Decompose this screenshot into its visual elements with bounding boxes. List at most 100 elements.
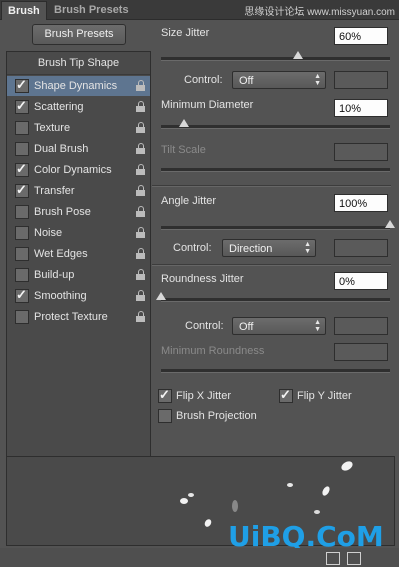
slider-thumb[interactable] [385,220,395,228]
tilt-scale-label: Tilt Scale [161,144,206,156]
slider-thumb[interactable] [178,119,189,127]
brush-projection-checkbox[interactable] [158,409,172,423]
select-value: Off [239,321,254,333]
transfer-checkbox[interactable]: ✓ [15,182,29,198]
roundness-control-field [334,317,388,335]
roundness-jitter-label: Roundness Jitter [161,273,244,285]
lock-icon[interactable] [136,122,146,133]
color-dynamics-checkbox[interactable]: ✓ [15,161,29,177]
lock-icon[interactable] [136,311,146,322]
build-up-checkbox[interactable] [15,268,29,282]
grid-icon[interactable] [326,552,340,565]
shape-dynamics-checkbox[interactable]: ✓ [15,77,29,93]
smoothing-checkbox[interactable]: ✓ [15,287,29,303]
option-label: Dual Brush [34,143,89,155]
tilt-scale-field [334,143,388,161]
brush-tip-shape-item[interactable]: Brush Tip Shape [7,52,150,75]
lock-icon[interactable] [136,269,146,280]
option-texture[interactable]: Texture [7,118,150,138]
size-jitter-slider[interactable] [161,51,390,61]
texture-checkbox[interactable] [15,121,29,135]
option-smoothing[interactable]: ✓ Smoothing [7,286,150,306]
option-label: Smoothing [34,290,87,302]
protect-texture-checkbox[interactable] [15,310,29,324]
lock-icon[interactable] [136,248,146,259]
dual-brush-checkbox[interactable] [15,142,29,156]
option-label: Shape Dynamics [34,80,118,92]
scattering-checkbox[interactable]: ✓ [15,98,29,114]
minimum-roundness-field [334,343,388,361]
slider-thumb[interactable] [156,292,166,300]
angle-control-select[interactable]: Direction ▲ ▼ [222,239,316,257]
roundness-control-select[interactable]: Off ▲ ▼ [232,317,326,335]
checkmark-icon: ✓ [16,161,27,176]
option-wet-edges[interactable]: Wet Edges [7,244,150,264]
checkmark-icon: ✓ [16,182,27,197]
option-label: Protect Texture [34,311,108,323]
checkmark-icon: ✓ [16,98,27,113]
size-jitter-label: Size Jitter [161,27,210,39]
option-label: Brush Pose [34,206,91,218]
angle-jitter-field[interactable]: 100% [334,194,388,212]
size-control-select[interactable]: Off ▲ ▼ [232,71,326,89]
size-jitter-field[interactable]: 60% [334,27,388,45]
flip-y-label: Flip Y Jitter [297,390,352,402]
option-brush-pose[interactable]: Brush Pose [7,202,150,222]
checkmark-icon: ✓ [16,287,27,302]
section-divider [152,264,391,266]
minimum-roundness-label: Minimum Roundness [161,345,265,357]
lock-icon[interactable] [136,290,146,301]
new-preset-icon[interactable] [347,552,361,565]
size-control-field [334,71,388,89]
bottom-toolbar [0,548,399,567]
noise-checkbox[interactable] [15,226,29,240]
flip-y-checkbox[interactable]: ✓ [279,387,293,403]
roundness-jitter-slider[interactable] [156,292,390,302]
lock-icon[interactable] [136,185,146,196]
option-label: Color Dynamics [34,164,112,176]
lock-icon[interactable] [136,227,146,238]
minimum-diameter-slider[interactable] [161,119,390,129]
control-label: Control: [185,320,224,332]
brush-presets-button[interactable]: Brush Presets [32,24,126,45]
tab-brush[interactable]: Brush [1,1,47,20]
watermark-text: 思缘设计论坛 www.missyuan.com [244,7,395,18]
checkmark-icon: ✓ [16,77,27,92]
updown-arrows-icon: ▲ ▼ [314,319,321,333]
lock-icon[interactable] [136,206,146,217]
option-shape-dynamics[interactable]: ✓ Shape Dynamics [7,76,150,96]
brush-projection-label: Brush Projection [176,410,257,422]
option-scattering[interactable]: ✓ Scattering [7,97,150,117]
angle-jitter-slider[interactable] [161,220,395,230]
flip-x-checkbox[interactable]: ✓ [158,387,172,403]
option-label: Transfer [34,185,75,197]
lock-icon[interactable] [136,101,146,112]
section-divider [152,185,391,187]
select-value: Direction [229,243,273,255]
updown-arrows-icon: ▲ ▼ [314,73,321,87]
roundness-jitter-field[interactable]: 0% [334,272,388,290]
slider-thumb[interactable] [293,51,304,59]
lock-icon[interactable] [136,164,146,175]
option-protect-texture[interactable]: Protect Texture [7,307,150,327]
wet-edges-checkbox[interactable] [15,247,29,261]
lock-icon[interactable] [136,80,146,91]
angle-jitter-label: Angle Jitter [161,195,217,207]
brush-pose-checkbox[interactable] [15,205,29,219]
panel-tab-bar: Brush Brush Presets 思缘设计论坛 www.missyuan.… [0,0,399,20]
option-label: Noise [34,227,63,239]
option-noise[interactable]: Noise [7,223,150,243]
option-transfer[interactable]: ✓ Transfer [7,181,150,201]
option-color-dynamics[interactable]: ✓ Color Dynamics [7,160,150,180]
lock-icon[interactable] [136,143,146,154]
option-build-up[interactable]: Build-up [7,265,150,285]
select-value: Off [239,75,254,87]
minimum-roundness-slider [161,369,390,373]
minimum-diameter-label: Minimum Diameter [161,99,254,111]
minimum-diameter-field[interactable]: 10% [334,99,388,117]
updown-arrows-icon: ▲ ▼ [304,241,311,255]
tab-brush-presets[interactable]: Brush Presets [48,1,135,19]
checkmark-icon: ✓ [159,387,170,402]
option-dual-brush[interactable]: Dual Brush [7,139,150,159]
option-label: Wet Edges [34,248,88,260]
